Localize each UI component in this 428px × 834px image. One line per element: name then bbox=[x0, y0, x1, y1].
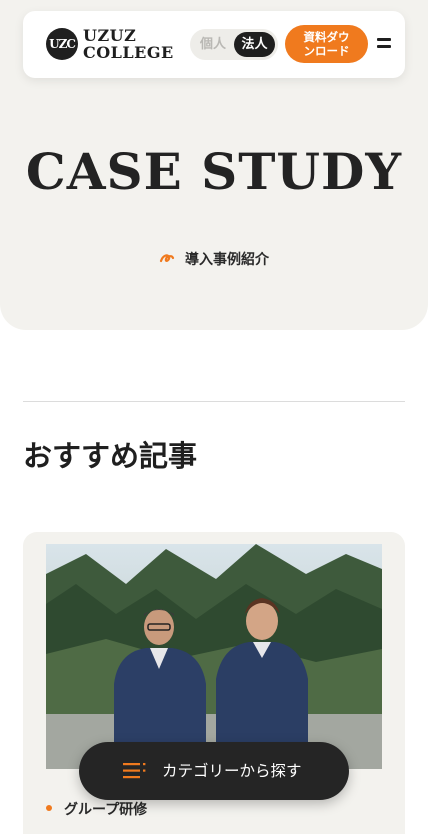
logo-line-2: COLLEGE bbox=[83, 43, 174, 62]
divider bbox=[23, 401, 405, 402]
category-button-label: カテゴリーから探す bbox=[162, 762, 302, 780]
toggle-personal[interactable]: 個人 bbox=[193, 32, 233, 57]
bullet-dot bbox=[46, 805, 52, 811]
site-header: UZC UZUZ COLLEGE 個人 法人 資料ダウ ンロード bbox=[23, 11, 405, 78]
article-tag: グループ研修 bbox=[46, 800, 147, 820]
browse-by-category-button[interactable]: カテゴリーから探す bbox=[79, 742, 349, 800]
list-icon bbox=[123, 763, 146, 779]
page-subtitle-text: 導入事例紹介 bbox=[185, 252, 269, 268]
logo-mark[interactable]: UZC bbox=[46, 28, 78, 60]
article-photo bbox=[46, 544, 382, 769]
download-label-line-2: ンロード bbox=[303, 44, 350, 58]
article-tag-text: グループ研修 bbox=[64, 802, 148, 818]
logo-line-1: UZUZ bbox=[83, 26, 137, 45]
pen-swoosh-icon bbox=[159, 254, 175, 263]
page-subtitle: 導入事例紹介 bbox=[0, 250, 428, 270]
section-title-recommended: おすすめ記事 bbox=[23, 439, 198, 473]
toggle-corporate[interactable]: 法人 bbox=[234, 32, 275, 57]
menu-icon[interactable] bbox=[377, 38, 391, 48]
page-title: CASE STUDY bbox=[25, 142, 403, 201]
audience-toggle: 個人 法人 bbox=[190, 29, 278, 60]
download-materials-button[interactable]: 資料ダウ ンロード bbox=[285, 25, 368, 63]
download-label-line-1: 資料ダウ bbox=[303, 30, 350, 44]
logo-text[interactable]: UZUZ COLLEGE bbox=[83, 27, 187, 61]
